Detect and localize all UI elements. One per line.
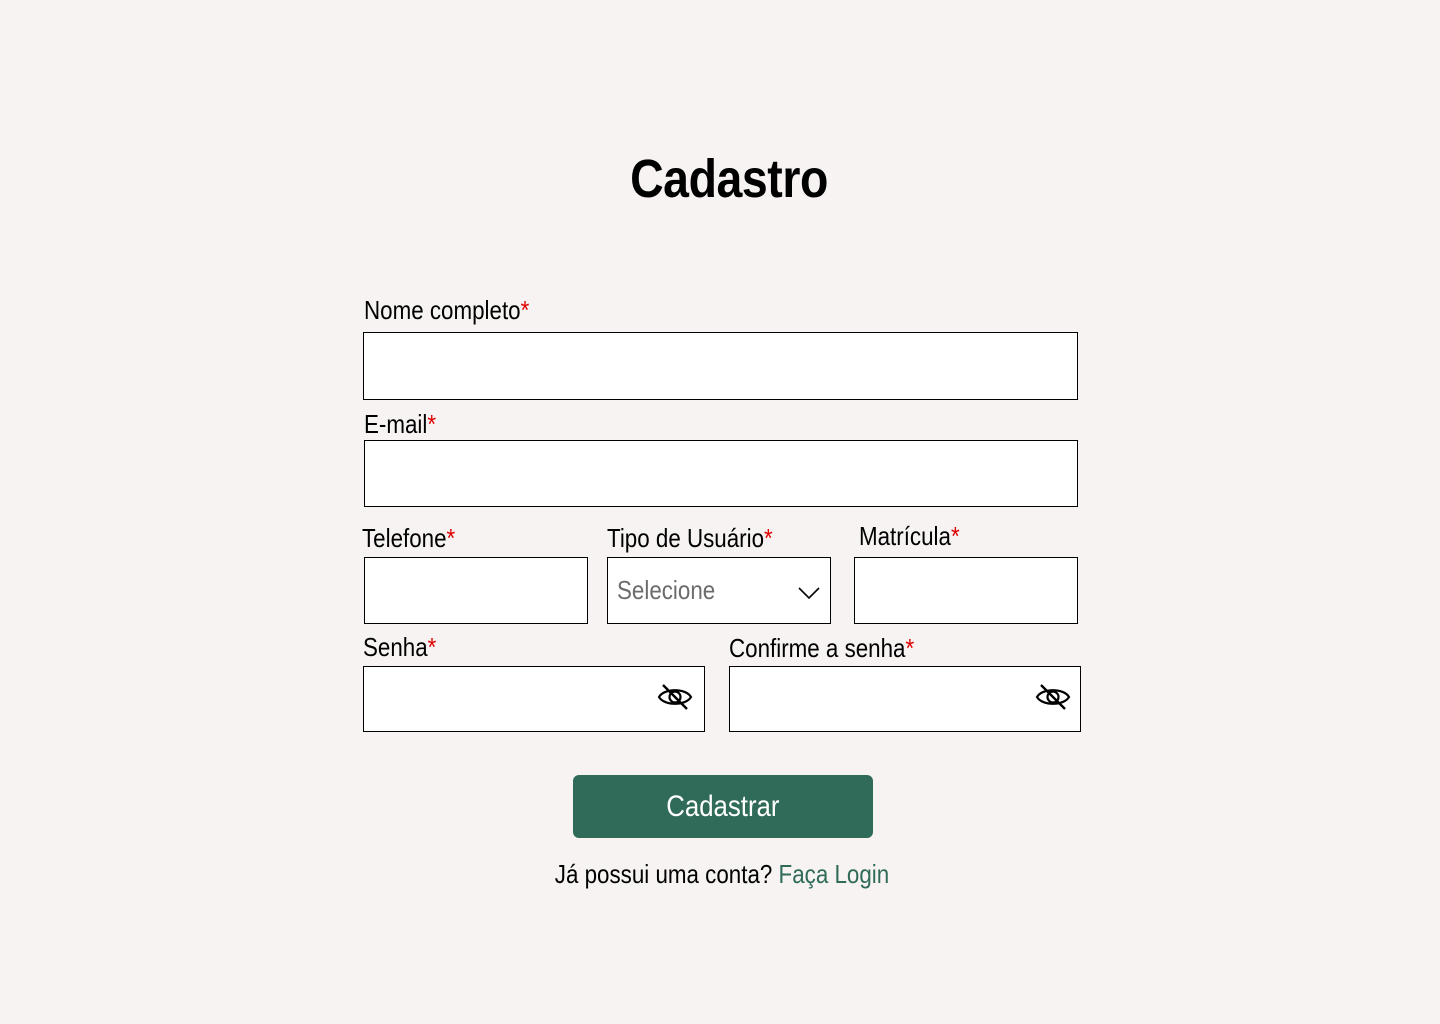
register-button[interactable]: Cadastrar [573, 775, 873, 838]
user-type-select[interactable]: Selecione [607, 557, 831, 624]
required-marker: * [427, 409, 437, 439]
required-marker: * [520, 295, 530, 325]
eye-slash-icon[interactable] [657, 682, 693, 712]
login-prompt-text: Já possui uma conta? [554, 859, 773, 889]
user-type-label: Tipo de Usuário* [607, 523, 773, 553]
full-name-label: Nome completo* [364, 295, 529, 325]
registration-label: Matrícula* [859, 521, 960, 551]
required-marker: * [950, 521, 960, 551]
login-prompt: Já possui uma conta? Faça Login [101, 858, 1343, 890]
full-name-input[interactable] [363, 332, 1078, 400]
login-link[interactable]: Faça Login [779, 859, 890, 889]
required-marker: * [905, 633, 915, 663]
chevron-down-icon [798, 587, 820, 600]
user-type-label-text: Tipo de Usuário [607, 523, 765, 553]
email-label-text: E-mail [364, 409, 428, 439]
phone-label-text: Telefone [362, 523, 447, 553]
user-type-selected-value: Selecione [617, 575, 716, 605]
email-input[interactable] [364, 440, 1078, 507]
phone-input[interactable] [364, 557, 588, 624]
registration-label-text: Matrícula [859, 521, 951, 551]
confirm-password-label-text: Confirme a senha [729, 633, 906, 663]
page-title: Cadastro [630, 149, 828, 209]
password-label-text: Senha [363, 632, 428, 662]
confirm-password-label: Confirme a senha* [729, 633, 914, 663]
registration-input[interactable] [854, 557, 1078, 624]
required-marker: * [427, 632, 437, 662]
required-marker: * [446, 523, 456, 553]
phone-label: Telefone* [362, 523, 455, 553]
password-input[interactable] [363, 666, 705, 732]
password-label: Senha* [363, 632, 436, 662]
email-label: E-mail* [364, 409, 436, 439]
required-marker: * [764, 523, 773, 553]
eye-slash-icon[interactable] [1035, 682, 1071, 712]
full-name-label-text: Nome completo [364, 295, 521, 325]
register-button-label: Cadastrar [666, 789, 780, 823]
confirm-password-input[interactable] [729, 666, 1081, 732]
